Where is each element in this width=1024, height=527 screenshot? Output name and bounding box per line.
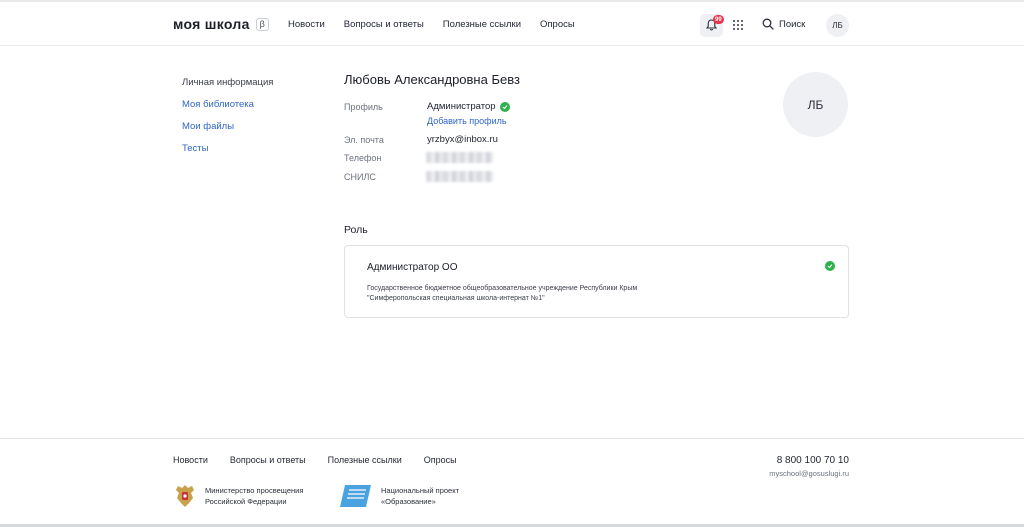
user-avatar-button[interactable]: ЛБ (826, 14, 849, 37)
nav-item-polls[interactable]: Опросы (540, 19, 575, 30)
partner-ministry-line-2: Российской Федерации (205, 497, 287, 506)
role-card-title: Администратор ОО (367, 262, 458, 273)
notifications-count-badge: 99 (713, 15, 724, 24)
profile-label: Профиль (344, 102, 383, 112)
footer-nav-news[interactable]: Новости (173, 455, 208, 465)
role-card[interactable]: Администратор ОО Государственное бюджетн… (344, 245, 849, 318)
page-footer: Новости Вопросы и ответы Полезные ссылки… (0, 438, 1024, 527)
phone-label: Телефон (344, 153, 382, 163)
coat-of-arms-icon (176, 485, 194, 507)
nav-item-news[interactable]: Новости (288, 19, 325, 30)
national-project-logo-icon (340, 485, 371, 507)
snils-value-redacted (426, 171, 493, 182)
sidebar-item-personal-info[interactable]: Личная информация (182, 77, 273, 99)
profile-sidebar: Личная информация Моя библиотека Мои фай… (182, 77, 273, 165)
beta-badge: β (255, 17, 269, 31)
nav-item-faq[interactable]: Вопросы и ответы (344, 19, 424, 30)
notifications-button[interactable]: 99 (700, 14, 724, 37)
footer-nav-polls[interactable]: Опросы (424, 455, 457, 465)
organization-line-2: "Симферопольская специальная школа-интер… (367, 295, 545, 302)
profile-avatar[interactable]: ЛБ (783, 72, 848, 137)
nav-item-links[interactable]: Полезные ссылки (443, 19, 521, 30)
verified-check-icon (499, 101, 510, 112)
profile-role-text: Администратор (427, 101, 496, 112)
main-nav: Новости Вопросы и ответы Полезные ссылки… (288, 19, 575, 30)
role-section-title: Роль (344, 224, 368, 236)
site-logo[interactable]: моя школа β (173, 16, 269, 32)
add-profile-link[interactable]: Добавить профиль (427, 116, 507, 126)
sidebar-item-my-files[interactable]: Мои файлы (182, 121, 273, 143)
footer-nav-links[interactable]: Полезные ссылки (328, 455, 402, 465)
footer-nav-faq[interactable]: Вопросы и ответы (230, 455, 306, 465)
partner-national-project[interactable]: Национальный проект «Образование» (339, 483, 459, 509)
user-full-name: Любовь Александровна Бевз (344, 72, 520, 87)
search-label: Поиск (779, 18, 806, 30)
top-navigation-bar: моя школа β Новости Вопросы и ответы Пол… (0, 0, 1024, 46)
sidebar-item-my-library[interactable]: Моя библиотека (182, 99, 273, 121)
footer-nav: Новости Вопросы и ответы Полезные ссылки… (173, 455, 457, 465)
role-card-organization: Государственное бюджетное общеобразовате… (367, 284, 767, 304)
logo-text: моя школа (173, 16, 250, 32)
phone-value-redacted (426, 152, 493, 163)
partner-project-line-1: Национальный проект (381, 486, 460, 495)
apps-grid-icon[interactable] (733, 20, 743, 30)
partner-ministry-line-1: Министерство просвещения (205, 486, 304, 495)
partner-ministry[interactable]: Министерство просвещения Российской Феде… (173, 483, 303, 509)
sidebar-item-tests[interactable]: Тесты (182, 143, 273, 165)
support-phone[interactable]: 8 800 100 70 10 (777, 455, 849, 466)
snils-label: СНИЛС (344, 172, 376, 182)
search-icon (762, 18, 774, 30)
partner-project-line-2: «Образование» (381, 497, 436, 506)
role-active-check-icon (825, 261, 835, 271)
email-label: Эл. почта (344, 135, 384, 145)
support-email[interactable]: myschool@gosuslugi.ru (769, 469, 849, 478)
search-button[interactable]: Поиск (762, 18, 805, 30)
organization-line-1: Государственное бюджетное общеобразовате… (367, 285, 638, 292)
profile-value: Администратор (427, 101, 510, 112)
email-value: yrzbyx@inbox.ru (427, 134, 498, 145)
